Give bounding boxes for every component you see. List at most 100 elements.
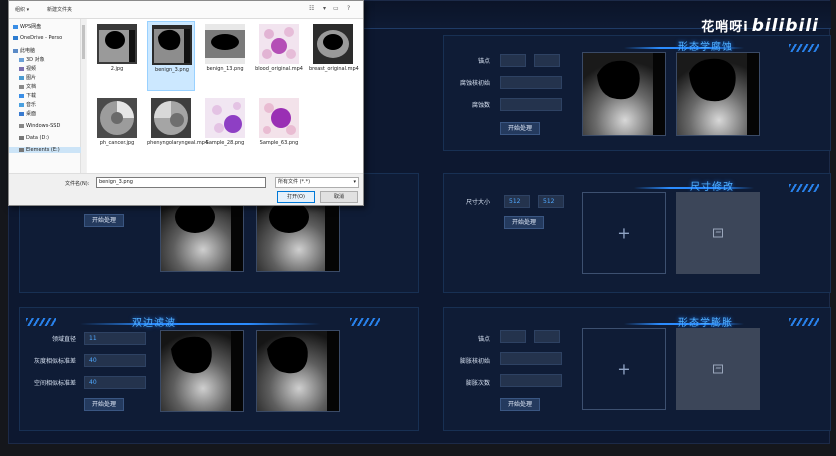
sidebar-item[interactable]: 视频 (9, 65, 36, 72)
new-folder-button[interactable]: 新建文件夹 (47, 6, 72, 13)
field-label: 灰度相似标准差 (33, 358, 76, 365)
file-name: benign_13.png (206, 66, 244, 72)
open-button[interactable]: 打开(O) (277, 191, 315, 203)
process-button[interactable]: 开始处理 (500, 122, 540, 135)
file-thumbnail (313, 24, 353, 64)
height-input[interactable]: 512 (538, 195, 564, 208)
kernel-input[interactable] (500, 76, 562, 89)
sidebar-item-label: 视频 (26, 66, 37, 72)
sidebar-item-label: 桌面 (26, 111, 37, 117)
field-label: 尺寸大小 (465, 199, 490, 206)
folder-icon (19, 66, 24, 71)
title-decoration (789, 184, 819, 192)
sidebar-item[interactable]: 音乐 (9, 101, 36, 108)
sidebar-item-label: 3D 对象 (26, 57, 45, 63)
scrollbar-thumb[interactable] (82, 25, 85, 59)
field-label: 空间相似标准差 (33, 380, 76, 387)
sidebar-item[interactable]: OneDrive - Perso (9, 35, 62, 41)
sidebar-item[interactable]: 此电脑 (9, 47, 35, 54)
image-upload-box[interactable]: + (582, 192, 666, 274)
sidebar-item[interactable]: 图片 (9, 74, 36, 81)
output-image-placeholder (676, 328, 760, 410)
plus-icon: + (617, 359, 631, 379)
file-thumbnail (205, 98, 245, 138)
file-item[interactable]: phenyngolaryngeal.mp4 (147, 95, 208, 165)
view-options-icon[interactable]: ☷ (309, 5, 314, 12)
field-label: 腐蚀数 (471, 102, 490, 109)
file-item[interactable]: Sample_28.png (201, 95, 249, 165)
file-item[interactable]: ph_cancer.jpg (93, 95, 141, 165)
kernel-input[interactable] (500, 352, 562, 365)
width-input[interactable]: 512 (504, 195, 530, 208)
cancel-button[interactable]: 取消 (320, 191, 358, 203)
sidebar-item[interactable]: 下载 (9, 92, 36, 99)
iterations-input[interactable] (500, 98, 562, 111)
nav-scrollbar[interactable] (81, 19, 86, 173)
input-image (160, 330, 244, 412)
title-line (80, 323, 320, 325)
image-upload-box[interactable]: + (582, 328, 666, 410)
file-item[interactable]: 2.jpg (93, 21, 141, 91)
sidebar-item[interactable]: Data (D:) (9, 135, 49, 141)
sidebar-item[interactable]: 桌面 (9, 110, 36, 117)
chevron-down-icon[interactable]: ▾ (323, 5, 326, 12)
file-thumbnail (205, 24, 245, 64)
file-name: ph_cancer.jpg (99, 140, 135, 146)
panel-title: 形态学腐蚀 (678, 42, 733, 53)
filename-input[interactable]: benign_3.png (96, 177, 266, 188)
sidebar-item[interactable]: 文档 (9, 83, 36, 90)
anchor-x-input[interactable] (500, 330, 526, 343)
diameter-input[interactable]: 11 (84, 332, 146, 345)
output-image (676, 52, 760, 136)
sidebar-item-label: Windows-SSD (26, 123, 61, 129)
folder-icon (19, 147, 24, 152)
sigma-color-input[interactable]: 40 (84, 354, 146, 367)
file-thumbnail (259, 24, 299, 64)
sidebar-item-label: Data (D:) (26, 135, 49, 141)
filename-label: 文件名(N): (65, 181, 90, 187)
folder-icon (19, 93, 24, 98)
file-item-selected[interactable]: benign_3.png (147, 21, 195, 91)
sidebar-item-label: 图片 (26, 75, 37, 81)
iterations-input[interactable] (500, 374, 562, 387)
preview-pane-icon[interactable]: ▭ (333, 5, 339, 12)
anchor-x-input[interactable] (500, 54, 526, 67)
panel-resize: 尺寸修改 尺寸大小 512 512 开始处理 + (443, 173, 831, 293)
help-icon[interactable]: ? (347, 5, 350, 12)
file-name: Sample_28.png (205, 140, 245, 146)
sidebar-item[interactable]: Elements (E:) (9, 147, 81, 153)
process-button[interactable]: 开始处理 (84, 398, 124, 411)
field-label: 锚点 (477, 58, 490, 65)
folder-icon (19, 102, 24, 107)
folder-icon (13, 48, 18, 53)
sidebar-item-label: 下载 (26, 93, 37, 99)
image-icon (713, 228, 723, 238)
panel-title: 尺寸修改 (690, 182, 734, 193)
process-button[interactable]: 开始处理 (84, 214, 124, 227)
organize-menu[interactable]: 组织 ▾ (15, 6, 29, 13)
anchor-y-input[interactable] (534, 330, 560, 343)
panel-morph-erode: 形态学腐蚀 锚点 腐蚀核初始 腐蚀数 开始处理 (443, 35, 831, 151)
sidebar-item-label: 此电脑 (20, 48, 36, 54)
file-item[interactable]: Sample_63.png (255, 95, 303, 165)
file-name: blood_original.mp4 (255, 66, 303, 72)
navigation-pane: WPS网盘 OneDrive - Perso 此电脑 3D 对象视频图片文档下载音乐桌… (9, 19, 81, 173)
title-decoration (350, 318, 380, 326)
file-item[interactable]: benign_13.png (201, 21, 249, 91)
filetype-select[interactable]: 所有文件 (*.*) ▾ (275, 177, 359, 188)
dialog-footer: 文件名(N): benign_3.png 所有文件 (*.*) ▾ 打开(O) 取… (9, 173, 363, 205)
process-button[interactable]: 开始处理 (500, 398, 540, 411)
process-button[interactable]: 开始处理 (504, 216, 544, 229)
file-item[interactable]: breast_original.mp4 (309, 21, 359, 91)
sigma-space-input[interactable]: 40 (84, 376, 146, 389)
folder-icon (13, 35, 18, 40)
file-item[interactable]: blood_original.mp4 (255, 21, 303, 91)
sidebar-item[interactable]: 3D 对象 (9, 56, 45, 63)
anchor-y-input[interactable] (534, 54, 560, 67)
folder-icon (19, 57, 24, 62)
title-decoration (789, 44, 819, 52)
sidebar-item[interactable]: WPS网盘 (9, 23, 41, 30)
input-image (582, 52, 666, 136)
sidebar-item[interactable]: Windows-SSD (9, 123, 60, 129)
panel-bilateral: 双边滤波 领域直径 11 灰度相似标准差 40 空间相似标准差 40 开始处理 (19, 307, 419, 431)
